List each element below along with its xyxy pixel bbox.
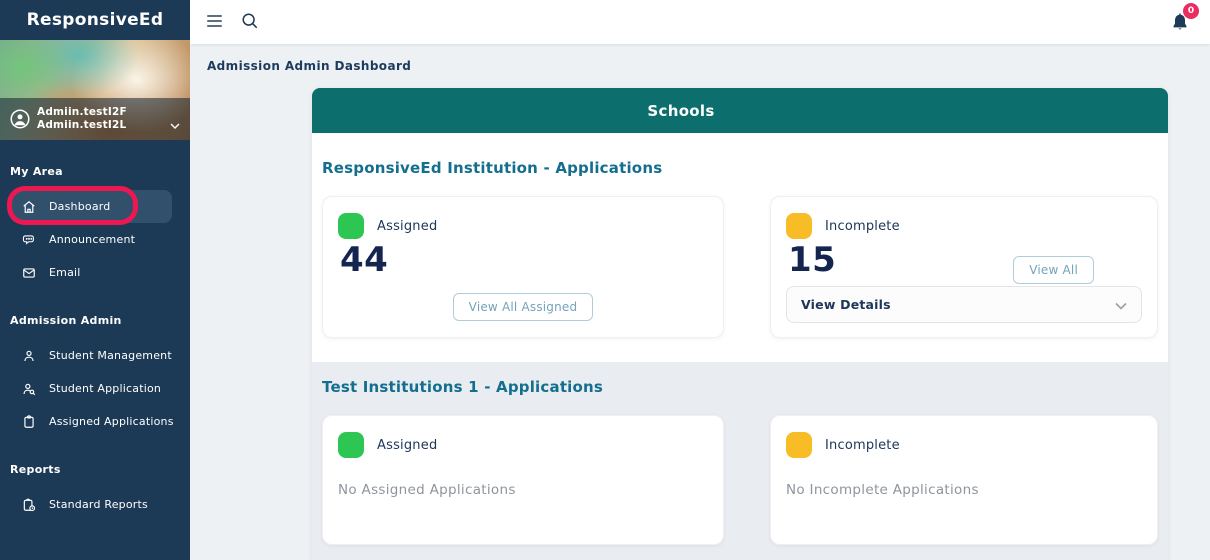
card-label: Incomplete: [825, 437, 900, 453]
view-all-assigned-button[interactable]: View All Assigned: [452, 293, 594, 321]
sidebar-item-label: Email: [49, 266, 81, 279]
assigned-card-empty: Assigned No Assigned Applications: [322, 415, 724, 545]
incomplete-card: Incomplete 15 View All View Details: [770, 196, 1158, 338]
user-name-line2: Admiin.testI2L: [37, 119, 127, 131]
topbar: 0: [190, 0, 1210, 44]
sidebar-item-label: Announcement: [49, 233, 136, 246]
user-search-icon: [22, 382, 36, 396]
section-test-institutions-1: Test Institutions 1 - Applications Assig…: [312, 362, 1168, 560]
nav-section-label-admission-admin: Admission Admin: [10, 314, 122, 327]
section-title: ResponsiveEd Institution - Applications: [322, 159, 663, 177]
panel-header-title: Schools: [647, 101, 715, 120]
chevron-down-icon: [1115, 295, 1127, 314]
sidebar-item-student-application[interactable]: Student Application: [0, 372, 190, 405]
sidebar-item-label: Dashboard: [49, 200, 111, 213]
report-clipboard-clock-icon: [22, 498, 36, 512]
card-label: Assigned: [377, 218, 438, 234]
main-content: Admission Admin Dashboard Schools Respon…: [190, 44, 1210, 560]
notification-bell-button[interactable]: 0: [1170, 3, 1199, 36]
page-title: Admission Admin Dashboard: [207, 59, 412, 73]
sidebar-item-assigned-applications[interactable]: Assigned Applications: [0, 405, 190, 438]
clipboard-icon: [22, 414, 36, 429]
user-profile-row[interactable]: Admiin.testI2F Admiin.testI2L: [0, 98, 190, 140]
nav-section-label-my-area: My Area: [10, 165, 63, 178]
sidebar-item-email[interactable]: Email: [0, 256, 190, 289]
search-icon[interactable]: [241, 12, 259, 30]
home-icon: [22, 200, 36, 214]
sidebar-item-student-management[interactable]: Student Management: [0, 339, 190, 372]
assigned-card: Assigned 44 View All Assigned: [322, 196, 724, 338]
section-title: Test Institutions 1 - Applications: [322, 378, 604, 396]
sidebar-item-label: Assigned Applications: [49, 415, 174, 428]
hamburger-menu-icon[interactable]: [207, 13, 222, 28]
app-root: ResponsiveEd Admiin.testI2F Admiin.testI…: [0, 0, 1210, 560]
incomplete-color-swatch: [786, 213, 812, 239]
sidebar-nav: My Area Dashboard Announcement Email Adm…: [0, 140, 190, 521]
sidebar-item-dashboard[interactable]: Dashboard: [10, 190, 172, 223]
view-details-expander[interactable]: View Details: [786, 286, 1142, 323]
user-icon: [22, 349, 36, 363]
announcement-icon: [22, 233, 36, 247]
email-icon: [22, 266, 36, 280]
incomplete-card-empty: Incomplete No Incomplete Applications: [770, 415, 1158, 545]
schools-panel: Schools ResponsiveEd Institution - Appli…: [312, 88, 1168, 560]
view-details-label: View Details: [801, 297, 891, 312]
app-logo: ResponsiveEd: [0, 0, 190, 40]
incomplete-color-swatch: [786, 432, 812, 458]
sidebar-item-announcement[interactable]: Announcement: [0, 223, 190, 256]
card-label: Assigned: [377, 437, 438, 453]
sidebar: ResponsiveEd Admiin.testI2F Admiin.testI…: [0, 0, 190, 560]
user-name: Admiin.testI2F Admiin.testI2L: [37, 106, 170, 132]
sidebar-item-standard-reports[interactable]: Standard Reports: [0, 488, 190, 521]
user-name-line1: Admiin.testI2F: [37, 106, 127, 118]
section-responsiveed-institution: ResponsiveEd Institution - Applications …: [312, 133, 1168, 362]
view-all-button[interactable]: View All: [1013, 256, 1094, 284]
avatar-icon: [10, 109, 30, 129]
sidebar-item-label: Student Application: [49, 382, 162, 395]
no-incomplete-applications-text: No Incomplete Applications: [786, 482, 979, 498]
card-label: Incomplete: [825, 218, 900, 234]
assigned-color-swatch: [338, 213, 364, 239]
assigned-count: 44: [340, 240, 389, 280]
assigned-color-swatch: [338, 432, 364, 458]
no-assigned-applications-text: No Assigned Applications: [338, 482, 516, 498]
notification-count-badge: 0: [1183, 3, 1199, 19]
nav-section-label-reports: Reports: [10, 463, 61, 476]
user-profile-card[interactable]: Admiin.testI2F Admiin.testI2L: [0, 40, 190, 140]
sidebar-item-label: Student Management: [49, 349, 172, 362]
sidebar-item-label: Standard Reports: [49, 498, 148, 511]
panel-header: Schools: [312, 88, 1168, 133]
chevron-down-icon[interactable]: [170, 114, 180, 129]
